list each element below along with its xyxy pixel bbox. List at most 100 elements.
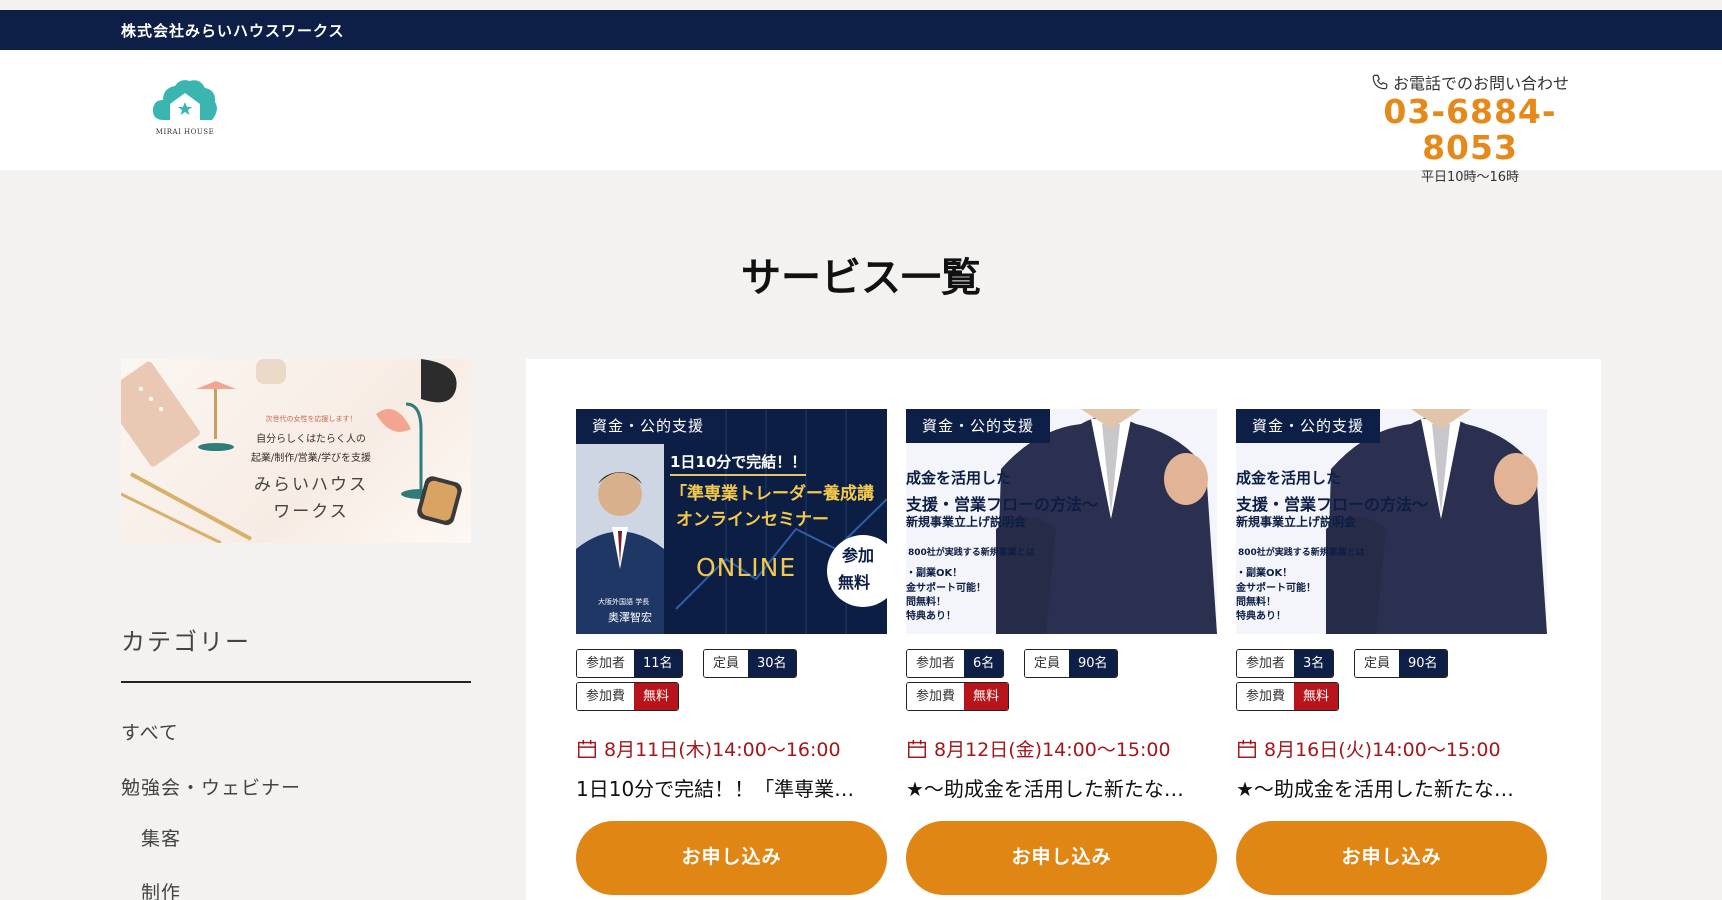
participants-value: 11名 xyxy=(634,650,682,677)
thumb-line-2: 支援・営業フローの方法～ xyxy=(1236,495,1429,514)
fee-label: 参加費 xyxy=(1237,683,1295,710)
event-date: 8月11日(木)14:00～16:00 xyxy=(576,735,841,762)
fee-label: 参加費 xyxy=(577,683,635,710)
category-heading: カテゴリー xyxy=(121,628,251,656)
capacity-chip: 定員 90名 xyxy=(1354,649,1448,678)
banner-line-1: 次世代の女性を応援します！ xyxy=(265,415,357,423)
fee-value: 無料 xyxy=(1294,683,1339,710)
thumb-badge-2: 無料 xyxy=(838,573,871,592)
capacity-value: 30名 xyxy=(748,650,796,677)
thumb-line-3: 新規事業立上げ説明会 xyxy=(906,515,1027,529)
participants-chip: 参加者 3名 xyxy=(1236,649,1335,678)
banner-line-4: みらいハウス xyxy=(254,475,368,495)
capacity-chip: 定員 90名 xyxy=(1024,649,1118,678)
phone-number[interactable]: 03-6884-8053 xyxy=(1340,94,1600,166)
company-name: 株式会社みらいハウスワークス xyxy=(121,22,345,40)
thumb-bullet-4: 問無料！ xyxy=(906,597,946,608)
thumb-line-3: オンラインセミナー xyxy=(676,510,829,530)
sidebar-link-marketing[interactable]: 集客 xyxy=(141,824,181,851)
thumb-bullet-1: 800社が実践する新規事業とは xyxy=(908,548,1035,558)
participants-label: 参加者 xyxy=(1237,650,1295,677)
promo-banner[interactable]: 次世代の女性を応援します！ 自分らしくはたらく人の 起業/制作/営業/学びを支援… xyxy=(121,359,471,543)
event-date-text: 8月16日(火)14:00～15:00 xyxy=(1264,739,1501,761)
event-title[interactable]: 1日10分で完結！！「準専業… xyxy=(576,773,887,802)
banner-line-2: 自分らしくはたらく人の xyxy=(256,434,366,445)
fee-label: 参加費 xyxy=(907,683,965,710)
thumb-bullet-2: ・副業OK！ xyxy=(1236,568,1293,579)
category-label: 資金・公的支援 xyxy=(576,409,721,443)
logo-text: MIRAI HOUSE xyxy=(155,128,215,136)
event-date-text: 8月11日(木)14:00～16:00 xyxy=(604,739,841,761)
service-card: 資金・公的支援 成金を活用した 支援・営業フローの方法～ 新規事業立上げ説明会 … xyxy=(1236,409,1547,895)
apply-button[interactable]: お申し込み xyxy=(576,821,887,895)
thumb-online: ONLINE xyxy=(696,553,797,582)
calendar-icon xyxy=(578,739,596,758)
capacity-label: 定員 xyxy=(1025,650,1070,677)
fee-chip: 参加費 無料 xyxy=(906,682,1010,711)
sidebar-link-webinar[interactable]: 勉強会・ウェビナー xyxy=(121,773,301,800)
fee-chip: 参加費 無料 xyxy=(576,682,680,711)
apply-button[interactable]: お申し込み xyxy=(906,821,1217,895)
event-date-text: 8月12日(金)14:00～15:00 xyxy=(934,739,1171,761)
thumb-bullet-4: 問無料！ xyxy=(1236,597,1276,608)
card-thumbnail[interactable]: 資金・公的支援 成金を活用した 支援・営業フローの方法～ 新規事業立上げ説明会 … xyxy=(906,409,1217,634)
calendar-icon xyxy=(908,739,926,758)
event-date: 8月12日(金)14:00～15:00 xyxy=(906,735,1171,762)
fee-value: 無料 xyxy=(964,683,1009,710)
thumb-line-2: 支援・営業フローの方法～ xyxy=(906,495,1099,514)
phone-icon xyxy=(1372,74,1388,90)
contact-block: お電話でのお問い合わせ 03-6884-8053 平日10時～16時 xyxy=(1340,70,1600,185)
site-header: MIRAI HOUSE お電話でのお問い合わせ 03-6884-8053 平日1… xyxy=(0,50,1722,185)
service-list: 資金・公的支援 1日10分で完結！！ 「準専業トレーダー養成講 オンラインセミナ… xyxy=(526,359,1601,900)
cloud-house-logo-icon xyxy=(152,80,217,120)
thumb-bullet-3: 金サポート可能！ xyxy=(906,583,986,594)
thumb-line-1: 1日10分で完結！！ xyxy=(670,451,807,476)
capacity-label: 定員 xyxy=(704,650,749,677)
event-title[interactable]: ★～助成金を活用した新たな… xyxy=(1236,773,1547,802)
thumb-person-title: 大阪外国語 学長 xyxy=(598,598,650,606)
card-thumbnail[interactable]: 資金・公的支援 成金を活用した 支援・営業フローの方法～ 新規事業立上げ説明会 … xyxy=(1236,409,1547,634)
fee-value: 無料 xyxy=(634,683,679,710)
sidebar-link-production[interactable]: 制作 xyxy=(141,878,181,900)
sidebar-link-all[interactable]: すべて xyxy=(121,718,179,745)
capacity-chip: 定員 30名 xyxy=(703,649,797,678)
participants-label: 参加者 xyxy=(907,650,965,677)
capacity-label: 定員 xyxy=(1355,650,1400,677)
thumb-bullet-2: ・副業OK！ xyxy=(906,568,963,579)
card-thumbnail[interactable]: 資金・公的支援 1日10分で完結！！ 「準専業トレーダー養成講 オンラインセミナ… xyxy=(576,409,887,634)
top-bar: 株式会社みらいハウスワークス xyxy=(0,10,1722,50)
business-hours: 平日10時～16時 xyxy=(1420,170,1520,185)
thumb-line-1: 成金を活用した xyxy=(906,469,1012,487)
thumb-line-1: 成金を活用した xyxy=(1236,469,1342,487)
thumb-line-3: 新規事業立上げ説明会 xyxy=(1236,515,1357,529)
event-date: 8月16日(火)14:00～15:00 xyxy=(1236,735,1501,762)
thumb-bullet-5: 特典あり！ xyxy=(1236,611,1286,622)
page-title: サービス一覧 xyxy=(741,254,981,301)
banner-text: 次世代の女性を応援します！ 自分らしくはたらく人の 起業/制作/営業/学びを支援… xyxy=(226,414,396,522)
participants-chip: 参加者 6名 xyxy=(906,649,1005,678)
participants-label: 参加者 xyxy=(577,650,635,677)
thumb-badge-1: 参加 xyxy=(842,546,875,565)
category-label: 資金・公的支援 xyxy=(1236,409,1381,443)
thumb-bullet-1: 800社が実践する新規事業とは xyxy=(1238,548,1365,558)
service-card: 資金・公的支援 1日10分で完結！！ 「準専業トレーダー養成講 オンラインセミナ… xyxy=(576,409,887,895)
fee-chip: 参加費 無料 xyxy=(1236,682,1340,711)
site-logo[interactable]: MIRAI HOUSE xyxy=(150,76,220,140)
thumb-person-name: 奥澤智宏 xyxy=(608,611,652,624)
event-title[interactable]: ★～助成金を活用した新たな… xyxy=(906,773,1217,802)
contact-label: お電話でのお問い合わせ xyxy=(1340,70,1600,94)
banner-line-5: ワークス xyxy=(273,502,349,522)
apply-button[interactable]: お申し込み xyxy=(1236,821,1547,895)
thumb-bullet-5: 特典あり！ xyxy=(906,611,956,622)
contact-label-text: お電話でのお問い合わせ xyxy=(1392,74,1569,93)
participants-value: 6名 xyxy=(964,650,1004,677)
banner-line-3: 起業/制作/営業/学びを支援 xyxy=(250,453,372,464)
category-divider xyxy=(121,681,471,683)
service-card: 資金・公的支援 成金を活用した 支援・営業フローの方法～ 新規事業立上げ説明会 … xyxy=(906,409,1217,895)
participants-chip: 参加者 11名 xyxy=(576,649,683,678)
thumb-bullet-3: 金サポート可能！ xyxy=(1236,583,1316,594)
capacity-value: 90名 xyxy=(1399,650,1447,677)
calendar-icon xyxy=(1238,739,1256,758)
participants-value: 3名 xyxy=(1294,650,1334,677)
category-label: 資金・公的支援 xyxy=(906,409,1051,443)
